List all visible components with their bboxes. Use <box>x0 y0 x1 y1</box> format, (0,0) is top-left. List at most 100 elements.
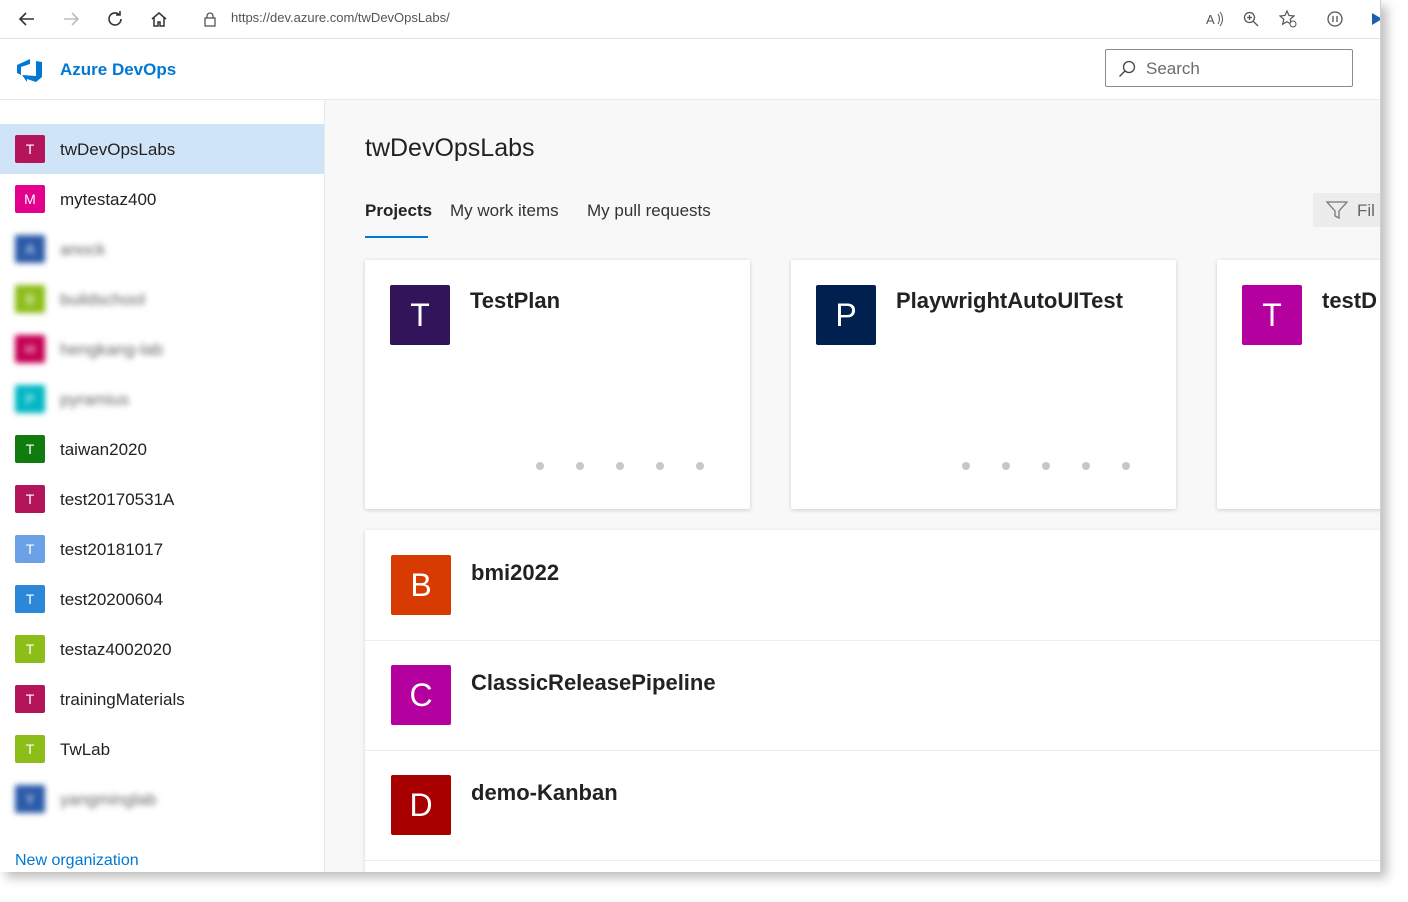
loading-dot <box>576 462 584 470</box>
sidebar-item-org[interactable]: TtrainingMaterials <box>0 674 324 724</box>
loading-dots <box>962 462 1130 470</box>
project-name[interactable]: ClassicReleasePipeline <box>471 670 716 696</box>
org-name: anock <box>60 240 106 259</box>
loading-dot <box>962 462 970 470</box>
filter-label: Fil <box>1357 201 1375 220</box>
org-avatar: H <box>15 335 45 363</box>
loading-dot <box>616 462 624 470</box>
address-bar[interactable]: https://dev.azure.com/twDevOpsLabs/ <box>231 10 450 25</box>
organization-sidebar: TtwDevOpsLabs Mmytestaz400 Aanock Bbuildsch… <box>0 100 325 872</box>
search-box[interactable] <box>1105 49 1353 87</box>
project-card[interactable]: P PlaywrightAutoUITest <box>791 260 1176 509</box>
org-name: yangminglab <box>60 790 157 809</box>
loading-dot <box>696 462 704 470</box>
tab-my-pull-requests[interactable]: My pull requests <box>587 201 711 221</box>
search-icon <box>1119 60 1136 77</box>
sidebar-item-org[interactable]: Hhengkang-lab <box>0 324 324 374</box>
loading-dots <box>536 462 704 470</box>
home-icon[interactable] <box>146 6 172 32</box>
brand-name[interactable]: Azure DevOps <box>60 60 176 80</box>
loading-dot <box>1082 462 1090 470</box>
org-avatar: M <box>15 185 45 213</box>
project-name[interactable]: demo-Kanban <box>471 780 618 806</box>
sidebar-item-org[interactable]: Ttestaz4002020 <box>0 624 324 674</box>
project-avatar: T <box>1242 285 1302 345</box>
org-name: test20170531A <box>60 490 175 509</box>
read-aloud-icon[interactable]: A <box>1202 6 1228 32</box>
org-avatar: B <box>15 285 45 313</box>
sidebar-item-org[interactable]: Yyangminglab <box>0 774 324 824</box>
sidebar-item-org[interactable]: Ppyramius <box>0 374 324 424</box>
project-row[interactable]: C ClassicReleasePipeline <box>365 640 1380 751</box>
filter-button[interactable]: Fil <box>1313 193 1380 227</box>
org-name: pyramius <box>60 390 129 409</box>
sidebar-item-org[interactable]: Bbuildschool <box>0 274 324 324</box>
back-icon[interactable] <box>14 6 40 32</box>
loading-dot <box>1122 462 1130 470</box>
tab-projects[interactable]: Projects <box>365 201 432 221</box>
tab-my-work-items[interactable]: My work items <box>450 201 559 221</box>
svg-text:A: A <box>1206 12 1215 27</box>
project-name[interactable]: bmi2022 <box>471 560 559 586</box>
sidebar-item-org[interactable]: T TwLab <box>0 724 324 774</box>
org-avatar: A <box>15 235 45 263</box>
favorites-icon[interactable] <box>1275 6 1301 32</box>
org-name: hengkang-lab <box>60 340 164 359</box>
page-title: twDevOpsLabs <box>365 134 535 162</box>
browser-toolbar: https://dev.azure.com/twDevOpsLabs/ A <box>0 0 1380 39</box>
new-organization-link[interactable]: New organization <box>15 852 139 870</box>
org-avatar: T <box>15 535 45 563</box>
org-avatar: T <box>15 635 45 663</box>
org-avatar: P <box>15 385 45 413</box>
project-card[interactable]: T TestPlan <box>365 260 750 509</box>
sidebar-item-org[interactable]: Mmytestaz400 <box>0 174 324 224</box>
org-name: trainingMaterials <box>60 690 185 709</box>
project-row[interactable]: Ddemo-Kanban <box>365 750 1380 861</box>
sidebar-item-org[interactable]: Aanock <box>0 224 324 274</box>
org-name: taiwan2020 <box>60 440 147 459</box>
project-list: Bbmi2022 C ClassicReleasePipeline Ddemo-Kan… <box>365 530 1380 872</box>
refresh-icon[interactable] <box>102 6 128 32</box>
org-name: mytestaz400 <box>60 190 157 209</box>
zoom-icon[interactable] <box>1238 6 1264 32</box>
project-avatar: C <box>391 665 451 725</box>
org-avatar: T <box>15 735 45 763</box>
project-card[interactable]: TtestD <box>1217 260 1380 509</box>
loading-dot <box>536 462 544 470</box>
org-avatar: T <box>15 585 45 613</box>
project-avatar: T <box>390 285 450 345</box>
project-avatar: P <box>816 285 876 345</box>
loading-dot <box>1042 462 1050 470</box>
lock-icon[interactable] <box>203 11 217 32</box>
org-name: test20181017 <box>60 540 164 559</box>
filter-icon <box>1326 201 1348 219</box>
org-name: testaz4002020 <box>60 640 172 659</box>
sidebar-item-org[interactable]: Ttest20170531A <box>0 474 324 524</box>
main-content: twDevOpsLabs Projects My work items My p… <box>325 100 1380 872</box>
org-avatar: T <box>15 685 45 713</box>
org-avatar: T <box>15 435 45 463</box>
project-avatar: D <box>391 775 451 835</box>
project-name[interactable]: TestPlan <box>470 288 560 314</box>
search-input[interactable] <box>1144 58 1348 80</box>
org-avatar: Y <box>15 785 45 813</box>
project-row[interactable]: Bbmi2022 <box>365 530 1380 641</box>
app-header: Azure DevOps <box>0 39 1380 100</box>
project-name[interactable]: PlaywrightAutoUITest <box>896 288 1123 314</box>
sidebar-item-org[interactable]: Ttest20181017 <box>0 524 324 574</box>
browser-essentials-icon[interactable] <box>1322 6 1348 32</box>
active-tab-indicator <box>365 236 428 238</box>
org-name: test20200604 <box>60 590 164 609</box>
org-name: twDevOpsLabs <box>60 140 176 159</box>
sidebar-item-org[interactable]: TtwDevOpsLabs <box>0 124 324 174</box>
sidebar-item-org[interactable]: Ttest20200604 <box>0 574 324 624</box>
org-name: buildschool <box>60 290 146 309</box>
loading-dot <box>656 462 664 470</box>
loading-dot <box>1002 462 1010 470</box>
azure-devops-logo-icon[interactable] <box>16 57 44 88</box>
forward-icon[interactable] <box>58 6 84 32</box>
org-avatar: T <box>15 485 45 513</box>
sidebar-item-org[interactable]: Ttaiwan2020 <box>0 424 324 474</box>
copilot-icon[interactable] <box>1364 6 1380 32</box>
project-name[interactable]: testD <box>1322 288 1377 314</box>
